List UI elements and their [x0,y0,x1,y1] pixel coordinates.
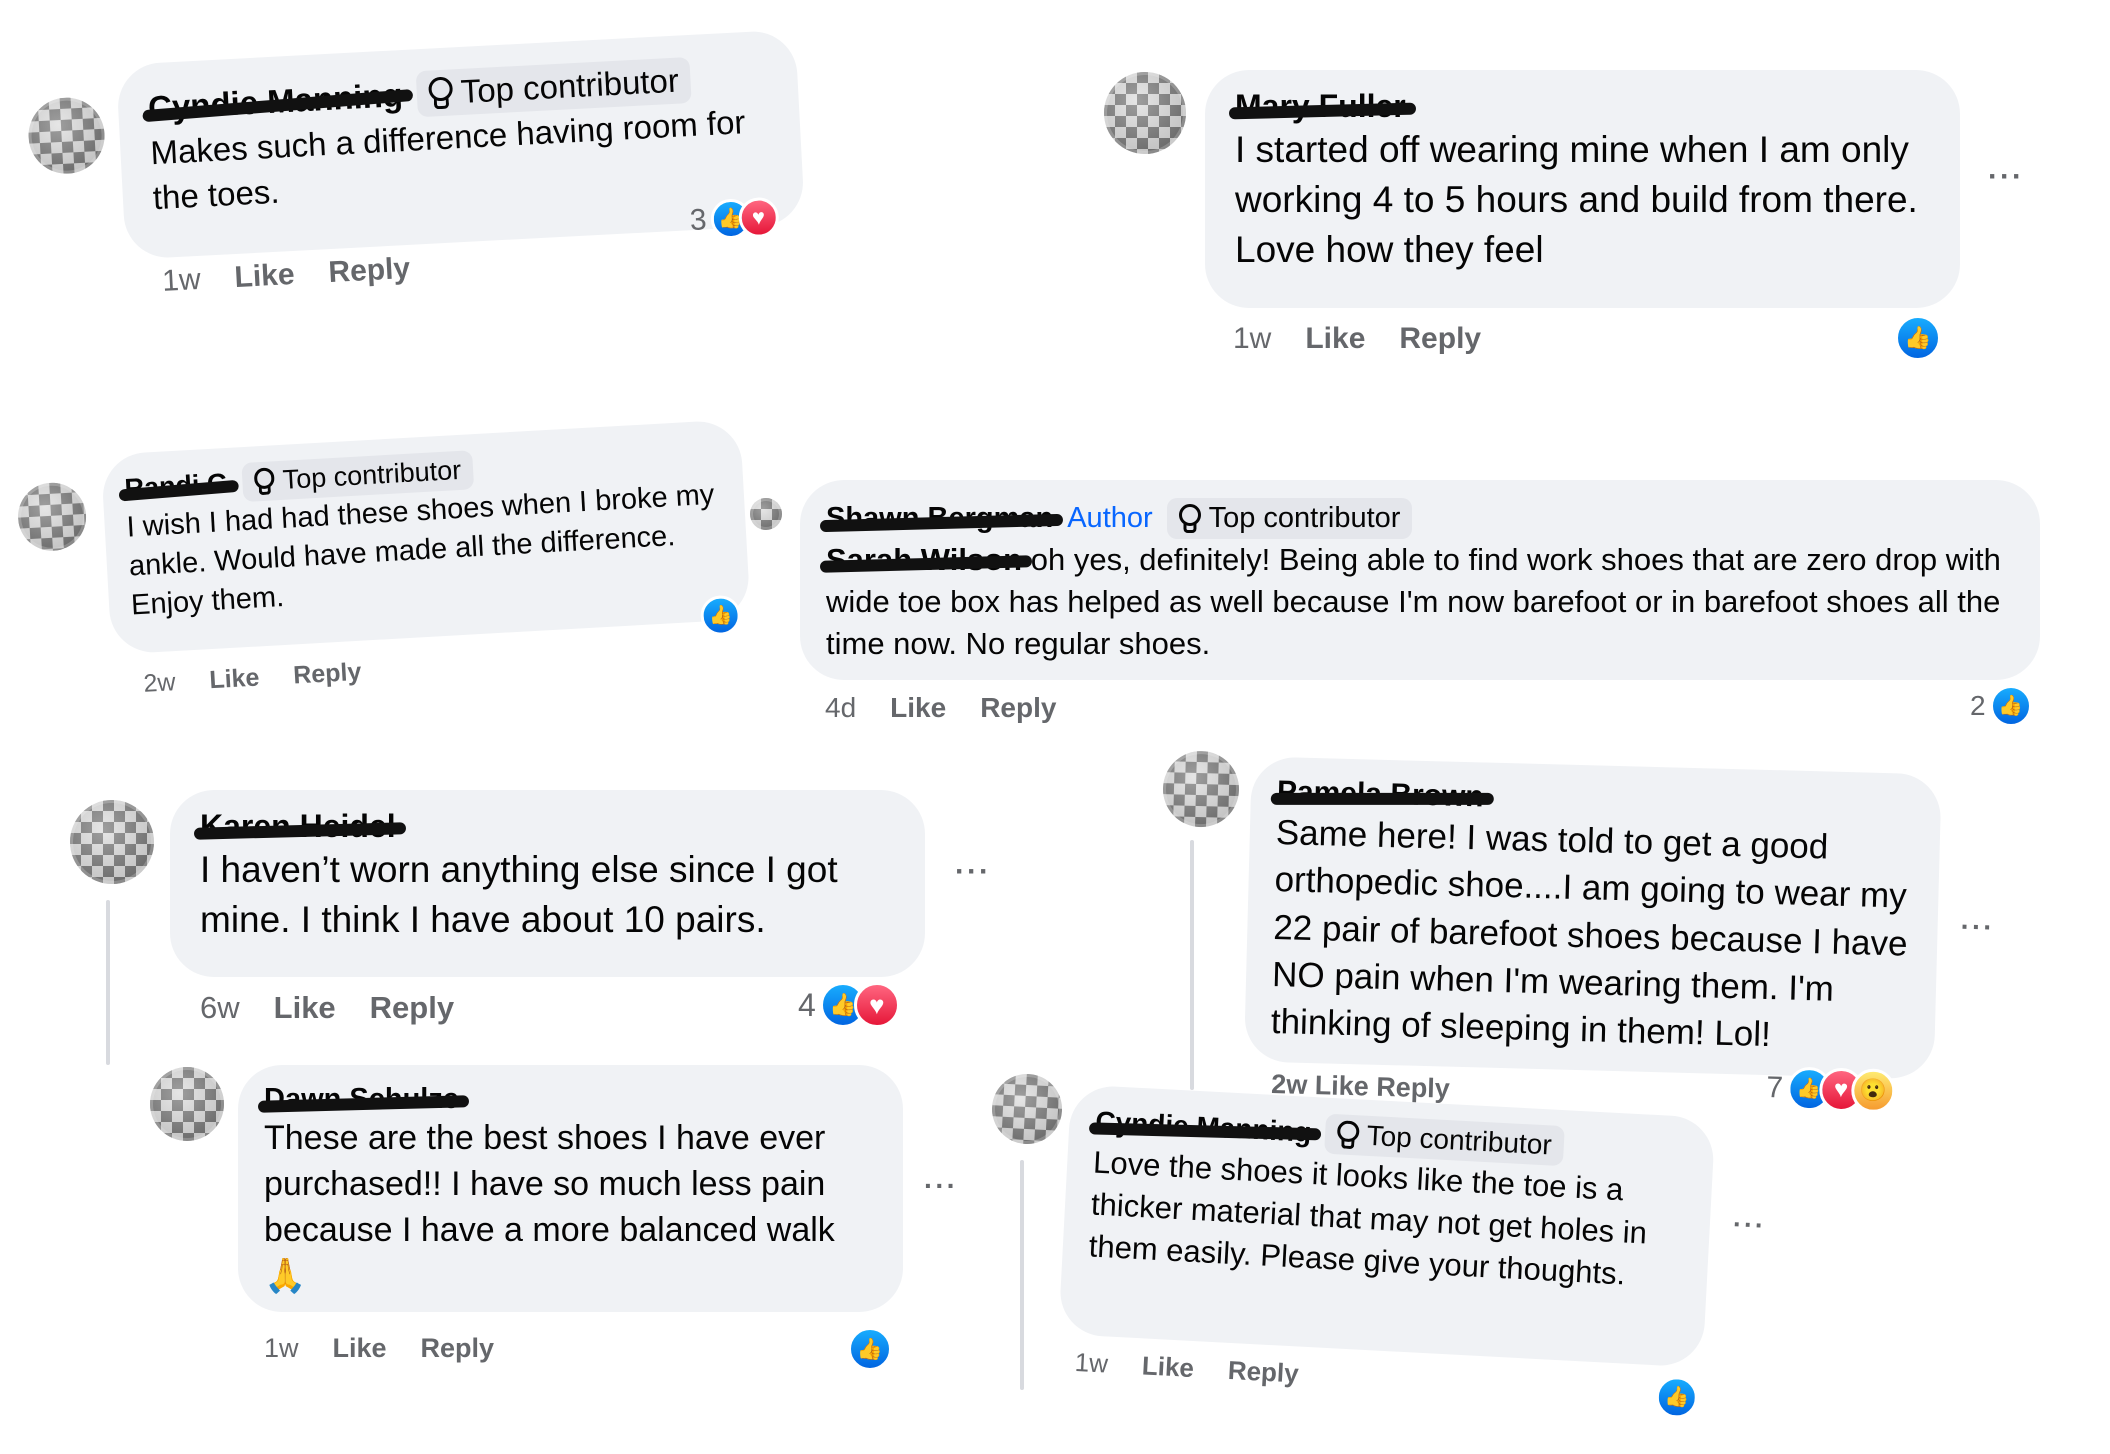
like-link[interactable]: Like [333,1333,387,1364]
comment-text: Sarah Wilson oh yes, definitely! Being a… [826,539,2014,665]
top-contributor-icon [1336,1120,1360,1143]
reaction-count: 2 [1970,690,1986,721]
badge-label: Top contributor [1208,502,1401,534]
avatar[interactable] [1162,750,1240,829]
top-contributor-icon [1178,503,1201,526]
reaction-count: 7 [1765,1070,1784,1105]
like-link[interactable]: Like [1141,1350,1195,1384]
comment-text: These are the best shoes I have ever pur… [264,1116,877,1300]
reply-link[interactable]: Reply [421,1333,495,1364]
reaction-count: 3 [688,203,708,238]
reaction-summary[interactable]: 👍 [848,1327,892,1371]
author-name[interactable]: Randi G [124,468,229,505]
comment-body: These are the best shoes I have ever pur… [264,1119,835,1249]
reply-link[interactable]: Reply [980,692,1056,724]
like-icon: 👍 [1654,1375,1699,1420]
comment-randi: Randi G Top contributor I wish I had had… [10,403,785,735]
comment-shawn: Shawn Bergman Author Top contributor Sar… [750,470,2050,750]
wow-icon: 😮 [1850,1068,1896,1114]
timestamp[interactable]: 1w [264,1333,299,1364]
comment-bubble: Dawn Schulze These are the best shoes I … [238,1065,903,1312]
avatar[interactable] [16,480,88,553]
reaction-summary[interactable]: 4 👍 ♥ [798,982,900,1028]
more-options-button[interactable]: ··· [1732,1209,1767,1242]
like-link[interactable]: Like [234,258,296,295]
top-contributor-icon [253,467,276,489]
comment-actions: 6w Like Reply [200,990,454,1026]
reaction-summary[interactable]: 7 👍 ♥ 😮 [1765,1066,1896,1114]
author-name[interactable]: Pamela Brown [1276,775,1485,814]
comment-text: I started off wearing mine when I am onl… [1235,129,1918,270]
badge-label: Top contributor [281,454,462,495]
like-icon: 👍 [848,1327,892,1371]
comment-cyndie-2: Cyndie Manning Top contributor Love the … [972,1070,1829,1453]
comment-bubble: Mary Fuller I started off wearing mine w… [1205,70,1960,308]
reaction-summary[interactable]: 👍 [1654,1375,1699,1420]
reply-link[interactable]: Reply [1227,1355,1299,1390]
author-label: Author [1067,502,1153,534]
avatar[interactable] [150,1067,224,1141]
more-options-button[interactable]: ··· [1960,911,1995,944]
author-name[interactable]: Shawn Bergman [826,502,1053,535]
comment-actions: 1w Like Reply [1233,322,1481,356]
comment-dawn: Dawn Schulze These are the best shoes I … [148,1065,1028,1385]
timestamp[interactable]: 2w [143,668,177,699]
timestamp[interactable]: 1w [1074,1347,1109,1380]
reply-link[interactable]: Reply [328,252,411,290]
timestamp[interactable]: 1w [161,263,201,299]
like-link[interactable]: Like [890,692,946,724]
comment-actions: 4d Like Reply [825,692,1056,724]
like-link[interactable]: Like [274,990,336,1026]
avatar[interactable] [70,800,154,884]
comment-bubble: Cyndie Manning Top contributor Love the … [1058,1084,1716,1368]
like-icon: 👍 [1989,685,2032,727]
timestamp[interactable]: 1w [1233,322,1271,356]
reply-link[interactable]: Reply [1399,322,1481,356]
comment-text: Same here! I was told to get a good orth… [1270,813,1909,1055]
avatar[interactable] [1104,72,1186,154]
reaction-summary[interactable]: 2 👍 [1970,685,2032,727]
badge-label: Top contributor [1365,1119,1553,1161]
mention[interactable]: Sarah Wilson [826,539,1022,581]
comment-bubble: Shawn Bergman Author Top contributor Sar… [800,480,2040,680]
like-link[interactable]: Like [209,663,261,695]
like-icon: 👍 [1895,315,1941,361]
comment-actions: 1w Like Reply [1074,1347,1299,1390]
comment-text: I haven’t worn anything else since I got… [200,849,838,940]
reaction-summary[interactable]: 👍 [699,594,742,637]
comment-karen: Karen Heidel I haven’t worn anything els… [68,790,1028,1070]
like-icon: 👍 [699,594,742,637]
comment-bubble: Randi G Top contributor I wish I had had… [100,419,751,655]
top-contributor-badge[interactable]: Top contributor [1166,498,1413,539]
avatar[interactable] [26,95,107,176]
comment-mary: Mary Fuller I started off wearing mine w… [1100,60,2060,390]
author-name[interactable]: Karen Heidel [200,808,396,845]
comment-actions: 1w Like Reply [264,1333,494,1364]
comment-actions: 1w Like Reply [161,252,411,299]
reply-link[interactable]: Reply [293,658,363,691]
folded-hands-emoji: 🙏 [264,1256,307,1295]
timestamp[interactable]: 6w [200,990,240,1026]
comment-cyndie-1: Cyndie Manning Top contributor Makes suc… [20,9,823,320]
top-contributor-icon [427,76,454,102]
reply-link[interactable]: Reply [370,990,454,1026]
reaction-count: 4 [798,986,816,1023]
more-options-button[interactable]: ··· [1988,160,2024,194]
comment-bubble: Karen Heidel I haven’t worn anything els… [170,790,925,977]
author-name[interactable]: Mary Fuller [1235,88,1406,125]
badge-label: Top contributor [459,61,680,110]
avatar[interactable] [750,498,782,530]
reaction-summary[interactable]: 3 👍 ♥ [688,196,780,242]
avatar[interactable] [990,1072,1064,1146]
like-link[interactable]: Like [1305,322,1365,356]
comment-bubble: Pamela Brown Same here! I was told to ge… [1243,756,1942,1080]
comment-actions: 2w Like Reply [143,658,362,699]
love-icon: ♥ [853,982,900,1028]
timestamp[interactable]: 4d [825,692,856,724]
author-name[interactable]: Dawn Schulze [264,1083,459,1116]
more-options-button[interactable]: ··· [955,855,991,889]
reaction-summary[interactable]: 👍 [1895,315,1941,361]
more-options-button[interactable]: ··· [924,1170,958,1202]
